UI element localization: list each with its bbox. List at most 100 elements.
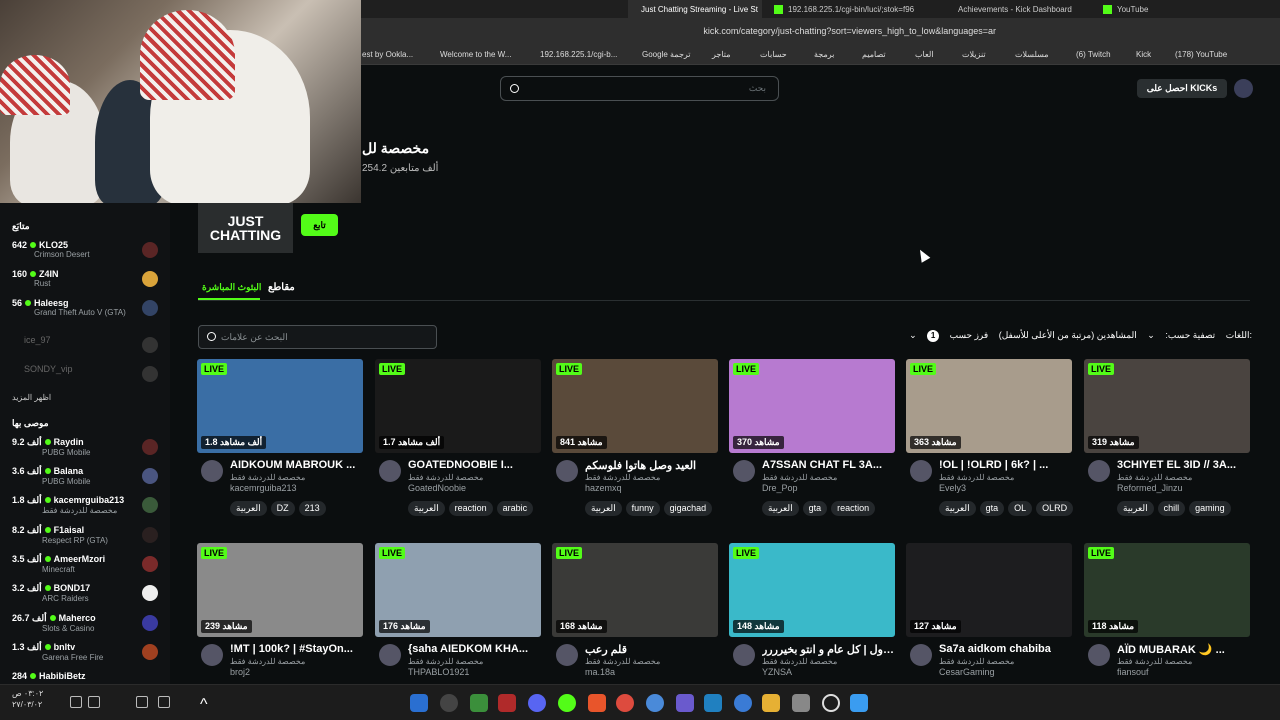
bookmark[interactable]: برمجة — [814, 45, 834, 65]
stream-thumbnail[interactable]: 127 مشاهد — [906, 543, 1072, 637]
channel-name[interactable]: ma.18a — [585, 667, 615, 677]
stream-category[interactable]: مخصصة للدردشة فقط — [230, 473, 305, 482]
chrome-icon[interactable] — [646, 694, 664, 712]
stream-category[interactable]: مخصصة للدردشة فقط — [585, 657, 660, 666]
tab-clips[interactable]: مقاطع — [268, 282, 295, 293]
stream-card[interactable]: LIVE 118 مشاهد AÏD MUBARAK 🌙 ... مخصصة ل… — [1084, 543, 1250, 695]
stream-card[interactable]: 127 مشاهد Sa7a aidkom chabiba مخصصة للدر… — [906, 543, 1072, 695]
sidebar-recommended-item[interactable]: 9.2 ألف Raydin PUBG Mobile — [12, 437, 162, 465]
channel-name[interactable]: Dre_Pop — [762, 483, 798, 493]
tray-icon[interactable] — [158, 696, 170, 708]
channel-name[interactable]: hazemxq — [585, 483, 622, 493]
obs-icon[interactable] — [440, 694, 458, 712]
chevron-up-icon[interactable]: ^ — [200, 696, 212, 713]
chrome-icon[interactable] — [616, 694, 634, 712]
stream-title[interactable]: AIDKOUM MABROUK ... — [230, 459, 363, 471]
channel-avatar[interactable] — [1088, 644, 1110, 666]
stream-card[interactable]: LIVE 319 مشاهد 3CHIYET EL 3ID // 3A... م… — [1084, 359, 1250, 516]
channel-avatar[interactable] — [1088, 460, 1110, 482]
sidebar-recommended-item[interactable]: 3.5 ألف AmeerMzori Minecraft — [12, 554, 162, 582]
stream-tag[interactable]: العربية — [1117, 501, 1154, 516]
bookmark[interactable]: est by Ookla... — [362, 45, 413, 65]
stream-tag[interactable]: chill — [1157, 501, 1186, 516]
stream-tag[interactable]: gta — [802, 501, 828, 516]
steam-icon[interactable] — [410, 694, 428, 712]
stream-thumbnail[interactable]: LIVE 1.8 ألف مشاهد — [197, 359, 363, 453]
channel-name[interactable]: CesarGaming — [939, 667, 995, 677]
stream-card[interactable]: LIVE 841 مشاهد العيد وصل هاتوا فلوسكم مخ… — [552, 359, 718, 516]
sidebar-following-item[interactable]: 160 Z4IN Rust — [12, 269, 162, 297]
stream-title[interactable]: GOATEDNOOBIE I... — [408, 459, 541, 471]
stream-tag[interactable]: gta — [979, 501, 1005, 516]
tab-youtube[interactable]: YouTube — [1095, 0, 1245, 18]
show-more-link[interactable]: اظهر المزيد — [12, 393, 51, 402]
stream-tag[interactable]: العربية — [230, 501, 267, 516]
channel-avatar[interactable] — [910, 460, 932, 482]
volume-icon[interactable] — [70, 696, 82, 708]
user-avatar[interactable] — [1234, 79, 1253, 98]
tab-router[interactable]: 192.168.225.1/cgi-bin/luci/;stok=f96 — [766, 0, 926, 18]
channel-name[interactable]: broj2 — [230, 667, 250, 677]
channel-avatar[interactable] — [201, 460, 223, 482]
stream-card[interactable]: LIVE 370 مشاهد A7SSAN CHAT FL 3A... مخصص… — [729, 359, 895, 516]
stream-thumbnail[interactable]: LIVE 148 مشاهد — [729, 543, 895, 637]
channel-avatar[interactable] — [379, 460, 401, 482]
sidebar-following-item[interactable]: SONDY_vip — [12, 364, 162, 392]
stream-title[interactable]: !MT | 100k? | #StayOn... — [230, 643, 363, 655]
stream-title[interactable]: A7SSAN CHAT FL 3A... — [762, 459, 895, 471]
sidebar-recommended-item[interactable]: 26.7 ألف Maherco Slots & Casino — [12, 613, 162, 641]
channel-name[interactable]: Evely3 — [939, 483, 966, 493]
sidebar-recommended-item[interactable]: 1.8 ألف kacemrguiba213 مخصصة للدردشة فقط — [12, 495, 162, 523]
stream-tag[interactable]: reaction — [448, 501, 493, 516]
stream-title[interactable]: بثون اول | كل عام و انتو بخيرررر — [762, 643, 895, 656]
bookmark[interactable]: متاجر — [712, 45, 731, 65]
search-icon[interactable] — [822, 694, 840, 712]
channel-avatar[interactable] — [556, 644, 578, 666]
stream-thumbnail[interactable]: LIVE 168 مشاهد — [552, 543, 718, 637]
stream-tag[interactable]: العربية — [585, 501, 622, 516]
task-view-icon[interactable] — [792, 694, 810, 712]
sidebar-following-item[interactable]: 56 Haleesg Grand Theft Auto V (GTA) — [12, 298, 162, 326]
stream-tag[interactable]: gigachad — [663, 501, 713, 516]
stream-card[interactable]: LIVE 239 مشاهد !MT | 100k? | #StayOn... … — [197, 543, 363, 695]
stream-thumbnail[interactable]: LIVE 118 مشاهد — [1084, 543, 1250, 637]
stream-title[interactable]: قلم رعب — [585, 643, 718, 656]
bookmark[interactable]: حسابات — [760, 45, 787, 65]
stream-category[interactable]: مخصصة للدردشة فقط — [408, 657, 483, 666]
stream-card[interactable]: LIVE 176 مشاهد {saha AIEDKOM KHA... مخصص… — [375, 543, 541, 695]
sidebar-following-item[interactable]: ice_97 — [12, 335, 162, 363]
stream-title[interactable]: {saha AIEDKOM KHA... — [408, 643, 541, 655]
stream-category[interactable]: مخصصة للدردشة فقط — [939, 657, 1014, 666]
stream-card[interactable]: LIVE 168 مشاهد قلم رعب مخصصة للدردشة فقط… — [552, 543, 718, 695]
stream-category[interactable]: مخصصة للدردشة فقط — [762, 657, 837, 666]
stream-tag[interactable]: arabic — [496, 501, 534, 516]
app-icon[interactable] — [498, 694, 516, 712]
sidebar-recommended-item[interactable]: 1.3 ألف bnltv Garena Free Fire — [12, 642, 162, 670]
stream-title[interactable]: العيد وصل هاتوا فلوسكم — [585, 459, 718, 472]
stream-tag[interactable]: العربية — [939, 501, 976, 516]
stream-category[interactable]: مخصصة للدردشة فقط — [1117, 657, 1192, 666]
windows-start-icon[interactable] — [850, 694, 868, 712]
stream-tag[interactable]: العربية — [762, 501, 799, 516]
stream-tag[interactable]: 213 — [298, 501, 326, 516]
bookmark[interactable]: (6) Twitch — [1076, 45, 1111, 65]
stream-category[interactable]: مخصصة للدردشة فقط — [762, 473, 837, 482]
channel-avatar[interactable] — [379, 644, 401, 666]
search-input[interactable]: بحث — [500, 76, 779, 101]
stream-title[interactable]: !OL | !OLRD | 6k? | ... — [939, 459, 1072, 471]
stream-thumbnail[interactable]: LIVE 1.7 ألف مشاهد — [375, 359, 541, 453]
stream-tag[interactable]: DZ — [270, 501, 295, 516]
url-field[interactable]: kick.com/category/just-chatting?sort=vie… — [380, 22, 1020, 41]
stream-tag[interactable]: العربية — [408, 501, 445, 516]
tag-search-input[interactable]: البحث عن علامات — [198, 325, 437, 349]
bookmark[interactable]: (178) YouTube — [1175, 45, 1227, 65]
channel-avatar[interactable] — [733, 460, 755, 482]
stream-title[interactable]: 3CHIYET EL 3ID // 3A... — [1117, 459, 1250, 471]
bookmark[interactable]: تنزيلات — [962, 45, 986, 65]
network-icon[interactable] — [88, 696, 100, 708]
channel-name[interactable]: Reformed_Jinzu — [1117, 483, 1183, 493]
get-kicks-button[interactable]: احصل على KICKs — [1137, 79, 1227, 98]
folder-icon[interactable] — [762, 694, 780, 712]
discord-icon[interactable] — [528, 694, 546, 712]
channel-avatar[interactable] — [910, 644, 932, 666]
